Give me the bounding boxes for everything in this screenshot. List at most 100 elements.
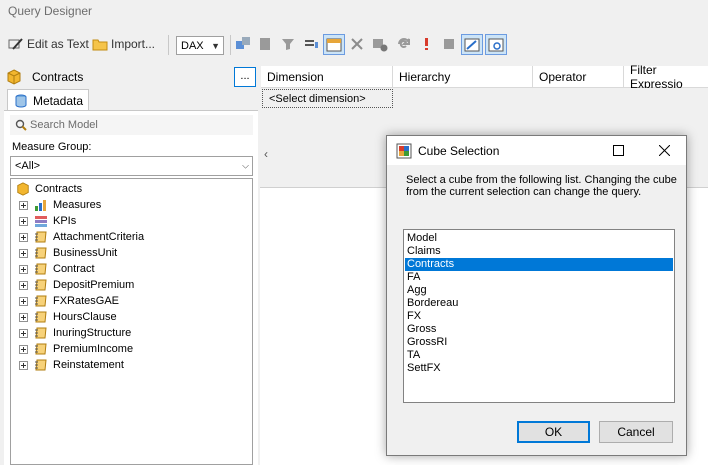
cancel-query-icon[interactable] (372, 36, 388, 52)
tree-node-dimension[interactable]: Contract (19, 261, 95, 277)
stop-icon[interactable] (441, 36, 457, 52)
dimension-icon (35, 311, 47, 323)
tab-metadata[interactable]: Metadata (7, 89, 89, 111)
cube-icon (7, 69, 21, 85)
tree-node-dimension[interactable]: BusinessUnit (19, 245, 117, 261)
refresh-icon[interactable] (396, 36, 412, 52)
dimension-icon (35, 359, 47, 371)
dimension-icon (35, 279, 47, 291)
search-icon (15, 119, 27, 131)
tree-node-label: BusinessUnit (53, 247, 118, 259)
metadata-icon (15, 94, 27, 108)
kpi-icon (35, 216, 47, 227)
cube-list-item[interactable]: Bordereau (405, 297, 673, 310)
close-icon[interactable] (659, 145, 670, 156)
ok-button[interactable]: OK (517, 421, 590, 443)
cube-icon (17, 182, 29, 196)
filter-icon[interactable] (280, 36, 296, 52)
column-header-dimension[interactable]: Dimension (261, 66, 393, 88)
expand-icon[interactable] (19, 344, 28, 354)
edit-as-text-button[interactable]: Edit as Text (8, 32, 89, 56)
expand-icon[interactable] (19, 280, 28, 290)
expand-icon[interactable] (19, 312, 28, 322)
chevron-down-icon: ▼ (211, 40, 220, 51)
language-select-value: DAX (181, 39, 204, 52)
tree-node-label: Measures (53, 199, 102, 211)
tree-node-label: InuringStructure (53, 327, 132, 339)
document-icon[interactable] (257, 36, 273, 52)
dimension-icon (35, 343, 47, 355)
add-calculated-member-icon[interactable] (235, 36, 251, 52)
cube-selection-button[interactable]: ... (234, 67, 256, 87)
cube-list-item[interactable]: SettFX (405, 362, 673, 375)
tree-node-measures[interactable]: Measures (19, 197, 101, 213)
cancel-button[interactable]: Cancel (599, 421, 673, 443)
dimension-icon (35, 231, 47, 243)
cube-list-item[interactable]: FA (405, 271, 673, 284)
dialog-message: Select a cube from the following list. C… (406, 174, 677, 198)
cube-list-item[interactable]: Agg (405, 284, 673, 297)
dialog-app-icon (396, 143, 412, 158)
import-button[interactable]: Import... (92, 32, 155, 56)
tree-node-dimension[interactable]: PremiumIncome (19, 341, 133, 357)
search-input[interactable]: Search Model (10, 115, 253, 135)
tree-node-kpis[interactable]: KPIs (19, 213, 76, 229)
measure-group-select[interactable]: <All> ⌵ (10, 156, 253, 176)
cube-list-item-selected[interactable]: Contracts (405, 258, 673, 271)
expand-icon[interactable] (19, 296, 28, 306)
tree-node-dimension[interactable]: DepositPremium (19, 277, 134, 293)
cube-selector-row: Contracts (0, 66, 258, 88)
show-empty-cells-toggle[interactable] (323, 34, 345, 55)
column-header-operator[interactable]: Operator (533, 66, 624, 88)
dimension-icon (35, 295, 47, 307)
measure-group-value: <All> (15, 160, 41, 172)
expand-icon[interactable] (19, 232, 28, 242)
tree-node-cube[interactable]: Contracts (16, 181, 82, 197)
column-header-hierarchy[interactable]: Hierarchy (393, 66, 533, 88)
tree-node-dimension[interactable]: HoursClause (19, 309, 117, 325)
expand-icon[interactable] (19, 264, 28, 274)
cube-selection-dialog: Cube Selection Select a cube from the fo… (386, 135, 687, 456)
cube-name: Contracts (32, 70, 84, 84)
tree-node-dimension[interactable]: AttachmentCriteria (19, 229, 144, 245)
tab-metadata-label: Metadata (33, 93, 84, 108)
expand-icon[interactable] (19, 328, 28, 338)
query-mode-icon (488, 38, 504, 52)
chevron-down-icon: ⌵ (242, 160, 249, 171)
exclamation-icon[interactable] (418, 36, 434, 52)
cube-list-item[interactable]: GrossRI (405, 336, 673, 349)
cube-list-item[interactable]: TA (405, 349, 673, 362)
toolbar: Edit as Text Import... DAX ▼ (0, 32, 708, 58)
toolbar-separator (168, 35, 169, 55)
dialog-titlebar: Cube Selection (387, 136, 686, 165)
parameters-icon[interactable] (303, 36, 319, 52)
metadata-tree: Contracts Measures KPIs AttachmentCriter… (10, 178, 253, 465)
tree-node-dimension[interactable]: InuringStructure (19, 325, 131, 341)
delete-icon[interactable] (349, 36, 365, 52)
search-placeholder: Search Model (30, 119, 98, 131)
cube-list-item[interactable]: Model (405, 232, 673, 245)
cube-list-item[interactable]: FX (405, 310, 673, 323)
maximize-icon[interactable] (613, 145, 624, 156)
design-mode-icon (464, 38, 480, 52)
dimension-icon (35, 263, 47, 275)
expand-icon[interactable] (19, 248, 28, 258)
scroll-left-icon[interactable]: ‹ (264, 147, 268, 161)
expand-icon[interactable] (19, 216, 28, 226)
tree-node-label: FXRatesGAE (53, 295, 120, 307)
edit-as-text-label: Edit as Text (27, 37, 89, 51)
cube-list[interactable]: Model Claims Contracts FA Agg Bordereau … (403, 229, 675, 403)
column-header-filter-expression[interactable]: Filter Expressio (624, 63, 708, 91)
tree-node-dimension[interactable]: FXRatesGAE (19, 293, 119, 309)
measures-icon (35, 200, 46, 211)
expand-icon[interactable] (19, 360, 28, 370)
language-select[interactable]: DAX ▼ (176, 36, 224, 55)
query-mode-toggle[interactable] (485, 34, 507, 55)
expand-icon[interactable] (19, 200, 28, 210)
select-dimension-cell[interactable]: <Select dimension> (262, 89, 393, 108)
cube-list-item[interactable]: Gross (405, 323, 673, 336)
edit-text-icon (8, 38, 23, 50)
cube-list-item[interactable]: Claims (405, 245, 673, 258)
design-mode-toggle[interactable] (461, 34, 483, 55)
tree-node-dimension[interactable]: Reinstatement (19, 357, 124, 373)
